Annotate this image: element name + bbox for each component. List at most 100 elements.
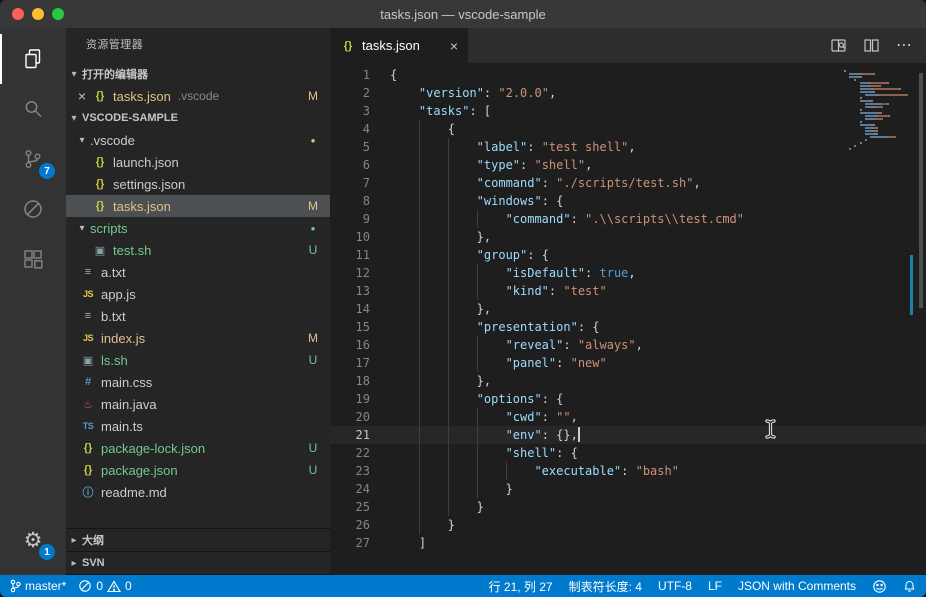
problems-indicator[interactable]: 0 0	[78, 579, 131, 593]
code-line[interactable]: 15"presentation": {	[330, 318, 926, 336]
file-item-ls.sh[interactable]: ▣ls.shU	[66, 349, 330, 371]
code-line[interactable]: 27]	[330, 534, 926, 552]
code-text: "isDefault": true,	[390, 264, 636, 282]
minimap[interactable]	[844, 70, 904, 151]
more-actions-icon[interactable]: ⋯	[896, 38, 912, 54]
code-line[interactable]: 11"group": {	[330, 246, 926, 264]
line-number: 1	[330, 66, 370, 84]
code-line[interactable]: 21"env": {},	[330, 426, 926, 444]
file-item-settings.json[interactable]: {}settings.json	[66, 173, 330, 195]
minimize-window-button[interactable]	[32, 8, 44, 20]
indentation-setting[interactable]: 制表符长度: 4	[569, 578, 642, 595]
code-text: "group": {	[390, 246, 549, 264]
file-item-index.js[interactable]: JSindex.jsM	[66, 327, 330, 349]
workspace-root-header[interactable]: ▾ VSCODE-SAMPLE	[66, 107, 330, 129]
scm-badge: 7	[39, 163, 55, 179]
code-line[interactable]: 13"kind": "test"	[330, 282, 926, 300]
item-label: launch.json	[113, 155, 179, 170]
code-editor[interactable]: 1{2"version": "2.0.0",3"tasks": [4{5"lab…	[330, 63, 926, 575]
sidebar-bottom-sections: ▸大纲▸SVN	[66, 528, 330, 575]
activity-debug[interactable]	[0, 184, 66, 234]
file-item-a.txt[interactable]: ≡a.txt	[66, 261, 330, 283]
code-line[interactable]: 9"command": ".\\scripts\\test.cmd"	[330, 210, 926, 228]
code-line[interactable]: 5"label": "test shell",	[330, 138, 926, 156]
item-label: index.js	[101, 331, 145, 346]
code-line[interactable]: 1{	[330, 66, 926, 84]
folder-item-.vscode[interactable]: ▾.vscode●	[66, 129, 330, 151]
encoding-setting[interactable]: UTF-8	[658, 579, 692, 593]
code-line[interactable]: 24}	[330, 480, 926, 498]
code-line[interactable]: 3"tasks": [	[330, 102, 926, 120]
git-branch-indicator[interactable]: master*	[10, 579, 66, 593]
code-text: "reveal": "always",	[390, 336, 643, 354]
eol-setting[interactable]: LF	[708, 579, 722, 593]
activity-manage[interactable]: ⚙ 1	[0, 515, 66, 565]
file-item-b.txt[interactable]: ≡b.txt	[66, 305, 330, 327]
code-text: {	[390, 66, 397, 84]
open-editor-item[interactable]: ×{}tasks.json.vscodeM	[66, 85, 330, 107]
json-file-icon: {}	[80, 442, 96, 454]
code-line[interactable]: 12"isDefault": true,	[330, 264, 926, 282]
activity-bar: 7 ⚙ 1	[0, 28, 66, 575]
file-item-main.java[interactable]: ♨main.java	[66, 393, 330, 415]
activity-explorer[interactable]	[0, 34, 66, 84]
file-item-package-lock.json[interactable]: {}package-lock.jsonU	[66, 437, 330, 459]
open-editors-header[interactable]: ▾ 打开的编辑器	[66, 63, 330, 85]
cursor-position[interactable]: 行 21, 列 27	[489, 578, 553, 595]
file-item-package.json[interactable]: {}package.jsonU	[66, 459, 330, 481]
file-item-app.js[interactable]: JSapp.js	[66, 283, 330, 305]
item-label: readme.md	[101, 485, 167, 500]
code-lines: 1{2"version": "2.0.0",3"tasks": [4{5"lab…	[330, 66, 926, 552]
zoom-window-button[interactable]	[52, 8, 64, 20]
activity-search[interactable]	[0, 84, 66, 134]
git-branch-icon	[10, 579, 21, 593]
code-line[interactable]: 2"version": "2.0.0",	[330, 84, 926, 102]
code-text: "presentation": {	[390, 318, 600, 336]
code-line[interactable]: 7"command": "./scripts/test.sh",	[330, 174, 926, 192]
code-text: "command": ".\\scripts\\test.cmd"	[390, 210, 744, 228]
sidebar-section-0[interactable]: ▸大纲	[66, 528, 330, 551]
file-item-tasks.json[interactable]: {}tasks.jsonM	[66, 195, 330, 217]
code-text: "type": "shell",	[390, 156, 592, 174]
file-item-main.css[interactable]: #main.css	[66, 371, 330, 393]
code-line[interactable]: 17"panel": "new"	[330, 354, 926, 372]
split-editor-icon[interactable]	[863, 37, 880, 54]
open-preview-icon[interactable]	[830, 37, 847, 54]
css-file-icon: #	[80, 376, 96, 388]
git-status-badge: U	[306, 353, 320, 367]
notifications-bell-icon[interactable]	[903, 579, 916, 593]
code-line[interactable]: 8"windows": {	[330, 192, 926, 210]
code-line[interactable]: 20"cwd": "",	[330, 408, 926, 426]
code-line[interactable]: 26}	[330, 516, 926, 534]
code-text: "tasks": [	[390, 102, 491, 120]
close-editor-icon[interactable]: ×	[74, 88, 90, 104]
code-line[interactable]: 6"type": "shell",	[330, 156, 926, 174]
code-line[interactable]: 18},	[330, 372, 926, 390]
git-modified-dot: ●	[306, 224, 320, 233]
file-item-launch.json[interactable]: {}launch.json	[66, 151, 330, 173]
language-mode[interactable]: JSON with Comments	[738, 579, 856, 593]
folder-item-scripts[interactable]: ▾scripts●	[66, 217, 330, 239]
code-line[interactable]: 22"shell": {	[330, 444, 926, 462]
code-line[interactable]: 23"executable": "bash"	[330, 462, 926, 480]
close-tab-icon[interactable]: ×	[450, 38, 458, 54]
code-line[interactable]: 19"options": {	[330, 390, 926, 408]
file-item-test.sh[interactable]: ▣test.shU	[66, 239, 330, 261]
ts-file-icon: TS	[80, 421, 96, 431]
code-line[interactable]: 16"reveal": "always",	[330, 336, 926, 354]
code-line[interactable]: 14},	[330, 300, 926, 318]
file-item-readme.md[interactable]: ⓘreadme.md	[66, 481, 330, 503]
close-window-button[interactable]	[12, 8, 24, 20]
code-line[interactable]: 10},	[330, 228, 926, 246]
scrollbar-thumb[interactable]	[919, 73, 923, 308]
feedback-smiley-icon[interactable]	[872, 579, 887, 594]
activity-source-control[interactable]: 7	[0, 134, 66, 184]
line-number: 10	[330, 228, 370, 246]
activity-extensions[interactable]	[0, 234, 66, 284]
code-text: "executable": "bash"	[390, 462, 679, 480]
tab-tasks-json[interactable]: {} tasks.json ×	[330, 28, 468, 63]
code-line[interactable]: 4{	[330, 120, 926, 138]
code-line[interactable]: 25}	[330, 498, 926, 516]
sidebar-section-1[interactable]: ▸SVN	[66, 551, 330, 575]
file-item-main.ts[interactable]: TSmain.ts	[66, 415, 330, 437]
